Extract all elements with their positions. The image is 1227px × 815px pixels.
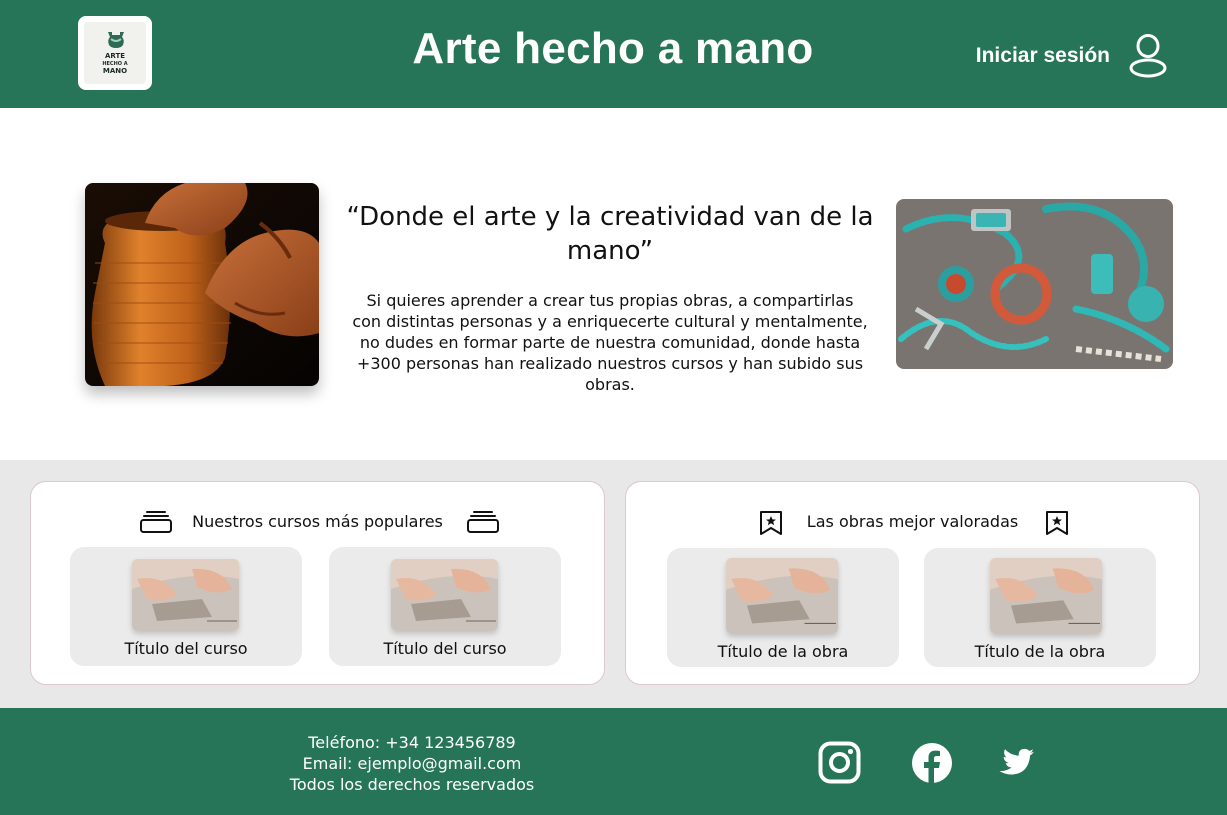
hero-quote: “Donde el arte y la creatividad van de l… xyxy=(346,202,874,266)
popular-courses-title-text: Nuestros cursos más populares xyxy=(192,512,443,531)
turquoise-jewelry-photo xyxy=(896,199,1173,369)
logo-text-line3: MANO xyxy=(102,67,128,75)
header-bar: ARTE HECHO A MANO Arte hecho a mano Inic… xyxy=(0,0,1227,108)
contact-info: Teléfono: +34 123456789 Email: ejemplo@g… xyxy=(252,732,572,795)
contact-email[interactable]: Email: ejemplo@gmail.com xyxy=(252,753,572,774)
popular-courses-panel: Nuestros cursos más populares Título del… xyxy=(30,481,605,685)
popular-courses-title: Nuestros cursos más populares xyxy=(31,512,604,531)
logo-text-line1: ARTE xyxy=(104,52,126,60)
instagram-icon[interactable] xyxy=(818,741,861,784)
copyright-notice: Todos los derechos reservados xyxy=(289,775,535,794)
course-title: Título del curso xyxy=(124,639,248,658)
bookmark-star-icon xyxy=(1046,511,1068,535)
contact-phone: Teléfono: +34 123456789 xyxy=(308,733,516,752)
work-thumbnail xyxy=(726,558,838,634)
footer-bar: Teléfono: +34 123456789 Email: ejemplo@g… xyxy=(0,708,1227,815)
work-card[interactable]: Título de la obra xyxy=(924,548,1156,667)
pottery-wheel-photo xyxy=(85,183,319,386)
twitter-icon[interactable] xyxy=(996,748,1034,779)
vase-logo-icon xyxy=(108,32,124,48)
course-card[interactable]: Título del curso xyxy=(329,547,561,666)
course-card[interactable]: Título del curso xyxy=(70,547,302,666)
work-thumbnail xyxy=(990,558,1102,634)
work-card[interactable]: Título de la obra xyxy=(667,548,899,667)
facebook-icon[interactable] xyxy=(912,743,952,783)
site-title: Arte hecho a mano xyxy=(412,24,814,73)
stack-icon xyxy=(467,511,499,533)
course-thumbnail xyxy=(391,559,498,631)
user-icon[interactable] xyxy=(1128,34,1168,78)
hero-description: Si quieres aprender a crear tus propias … xyxy=(352,291,868,394)
logo-badge: ARTE HECHO A MANO xyxy=(84,22,146,84)
site-logo[interactable]: ARTE HECHO A MANO xyxy=(78,16,152,90)
work-title: Título de la obra xyxy=(974,642,1106,661)
course-thumbnail xyxy=(132,559,239,631)
top-works-panel: Las obras mejor valoradas Título de la o… xyxy=(625,481,1200,685)
course-title: Título del curso xyxy=(383,639,507,658)
top-works-title: Las obras mejor valoradas xyxy=(626,512,1199,531)
login-link[interactable]: Iniciar sesión xyxy=(940,44,1110,68)
top-works-title-text: Las obras mejor valoradas xyxy=(806,512,1019,531)
work-title: Título de la obra xyxy=(717,642,849,661)
